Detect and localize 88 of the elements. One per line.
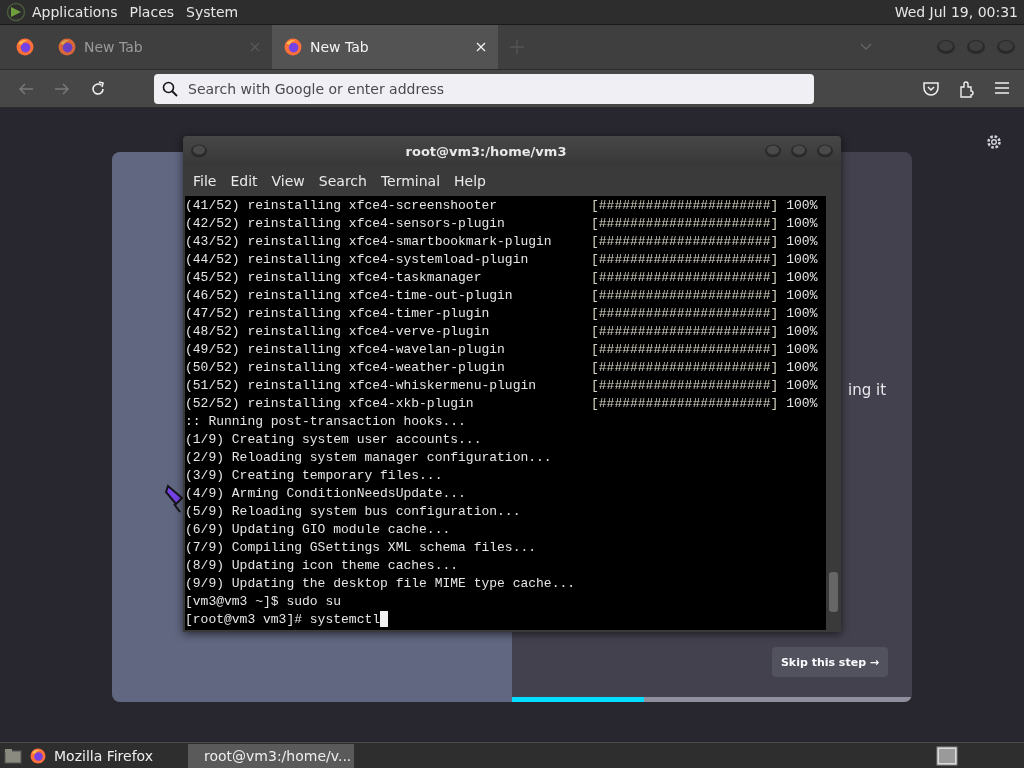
terminal-percent: 100% xyxy=(786,269,818,287)
chevron-down-icon[interactable] xyxy=(860,43,872,51)
terminal-percent: 100% xyxy=(786,395,818,413)
terminal-line: :: Running post-transaction hooks... xyxy=(185,413,466,431)
terminal-line: (4/9) Arming ConditionNeedsUpdate... xyxy=(185,485,466,503)
terminal-line: (45/52) reinstalling xfce4-taskmanager xyxy=(185,269,483,287)
terminal-line: [root@vm3 vm3]# systemctl xyxy=(185,611,381,629)
clock[interactable]: Wed Jul 19, 00:31 xyxy=(894,4,1018,20)
hash-progress-text: [######################] xyxy=(591,305,779,323)
panel-menu[interactable]: System xyxy=(180,4,245,20)
terminal-line: (43/52) reinstalling xfce4-smartbookmark-plugin xyxy=(185,233,553,251)
launcher-icon[interactable] xyxy=(6,2,26,22)
terminal-line: (49/52) reinstalling xfce4-wavelan-plugin xyxy=(185,341,506,359)
hash-progress-text: [######################] xyxy=(591,359,779,377)
window-title: root@vm3:/home/vm3 xyxy=(404,143,568,159)
taskbar-button[interactable]: Mozilla Firefox xyxy=(22,743,188,768)
terminal-line: (41/52) reinstalling xfce4-screenshooter xyxy=(185,197,499,215)
terminal-percent: 100% xyxy=(786,359,818,377)
menu-item[interactable]: File xyxy=(187,173,225,189)
panel-menu[interactable]: Places xyxy=(123,4,181,20)
window-menu-button[interactable] xyxy=(189,143,209,159)
skip-button[interactable]: Skip this step → xyxy=(772,647,888,677)
terminal-percent: 100% xyxy=(786,377,818,395)
hash-progress-text: [######################] xyxy=(591,233,779,251)
terminal-line: (51/52) reinstalling xfce4-whiskermenu-plugin xyxy=(185,377,538,395)
onboarding-text: ing it xyxy=(848,381,887,399)
menu-item[interactable]: Search xyxy=(312,173,375,189)
browser-logo-icon xyxy=(30,747,46,764)
settings-icon[interactable] xyxy=(985,133,1003,151)
workspace-icon[interactable] xyxy=(936,745,958,766)
hash-progress-text: [######################] xyxy=(591,341,779,359)
show-desktop-icon[interactable] xyxy=(4,747,22,764)
terminal-line: (48/52) reinstalling xfce4-verve-plugin xyxy=(185,323,491,341)
hash-progress-text: [######################] xyxy=(591,377,779,395)
terminal-line: (3/9) Creating temporary files... xyxy=(185,467,443,485)
terminal-line: (52/52) reinstalling xfce4-xkb-plugin xyxy=(185,395,475,413)
browser-logo-icon xyxy=(58,38,76,56)
terminal-line: (46/52) reinstalling xfce4-time-out-plugin xyxy=(185,287,514,305)
pocket-icon[interactable] xyxy=(922,79,940,98)
scrollbar[interactable] xyxy=(826,196,841,630)
menu-item[interactable]: Help xyxy=(448,173,494,189)
tab-title: New Tab xyxy=(84,39,143,55)
terminal-line: (7/9) Compiling GSettings XML schema files... xyxy=(185,539,537,557)
reload-icon[interactable] xyxy=(90,80,106,97)
terminal-line: (42/52) reinstalling xfce4-sensors-plugin xyxy=(185,215,506,233)
address-bar[interactable]: Search with Google or enter address xyxy=(154,73,814,104)
terminal-percent: 100% xyxy=(786,287,818,305)
hash-progress-text: [######################] xyxy=(591,395,779,413)
terminal-percent: 100% xyxy=(786,197,818,215)
tab-title: New Tab xyxy=(310,39,369,55)
terminal-percent: 100% xyxy=(786,251,818,269)
browser-tab[interactable]: New Tab xyxy=(272,25,498,69)
browser-tab[interactable]: New Tab xyxy=(46,25,272,69)
terminal-line: [vm3@vm3 ~]$ sudo su xyxy=(185,593,342,611)
terminal-line: (1/9) Creating system user accounts... xyxy=(185,431,482,449)
terminal-line: (47/52) reinstalling xfce4-timer-plugin xyxy=(185,305,491,323)
hash-progress-text: [######################] xyxy=(591,251,779,269)
hash-progress-text: [######################] xyxy=(591,197,779,215)
menu-item[interactable]: View xyxy=(265,173,313,189)
terminal-percent: 100% xyxy=(786,323,818,341)
terminal-line: (6/9) Updating GIO module cache... xyxy=(185,521,451,539)
terminal-percent: 100% xyxy=(786,305,818,323)
terminal-line: (44/52) reinstalling xfce4-systemload-plugin xyxy=(185,251,530,269)
rocket-icon xyxy=(164,484,186,514)
menu-item[interactable]: Edit xyxy=(224,173,266,189)
hash-progress-text: [######################] xyxy=(591,269,779,287)
hash-progress-text: [######################] xyxy=(591,215,779,233)
terminal-line: (2/9) Reloading system manager configuration... xyxy=(185,449,552,467)
panel-menu[interactable]: Applications xyxy=(26,4,124,20)
taskbar-button[interactable]: root@vm3:/home/v... xyxy=(188,743,354,768)
browser-logo-icon xyxy=(16,38,34,56)
menu-icon[interactable] xyxy=(994,79,1010,96)
terminal-percent: 100% xyxy=(786,233,818,251)
hash-progress-text: [######################] xyxy=(591,323,779,341)
terminal-line: (5/9) Reloading system bus configuration... xyxy=(185,503,521,521)
maximize-button[interactable] xyxy=(789,143,809,159)
terminal-percent: 100% xyxy=(786,215,818,233)
menu-item[interactable]: Terminal xyxy=(374,173,449,189)
terminal-line: (50/52) reinstalling xfce4-weather-plugin xyxy=(185,359,506,377)
search-icon xyxy=(162,80,178,97)
close-button[interactable] xyxy=(815,143,835,159)
minimize-button[interactable] xyxy=(763,143,783,159)
terminal-line: (9/9) Updating the desktop file MIME type cache... xyxy=(185,575,576,593)
terminal-percent: 100% xyxy=(786,341,818,359)
browser-logo-icon xyxy=(284,38,302,56)
terminal-line: (8/9) Updating icon theme caches... xyxy=(185,557,459,575)
puzzle-icon[interactable] xyxy=(958,79,976,98)
hash-progress-text: [######################] xyxy=(591,287,779,305)
